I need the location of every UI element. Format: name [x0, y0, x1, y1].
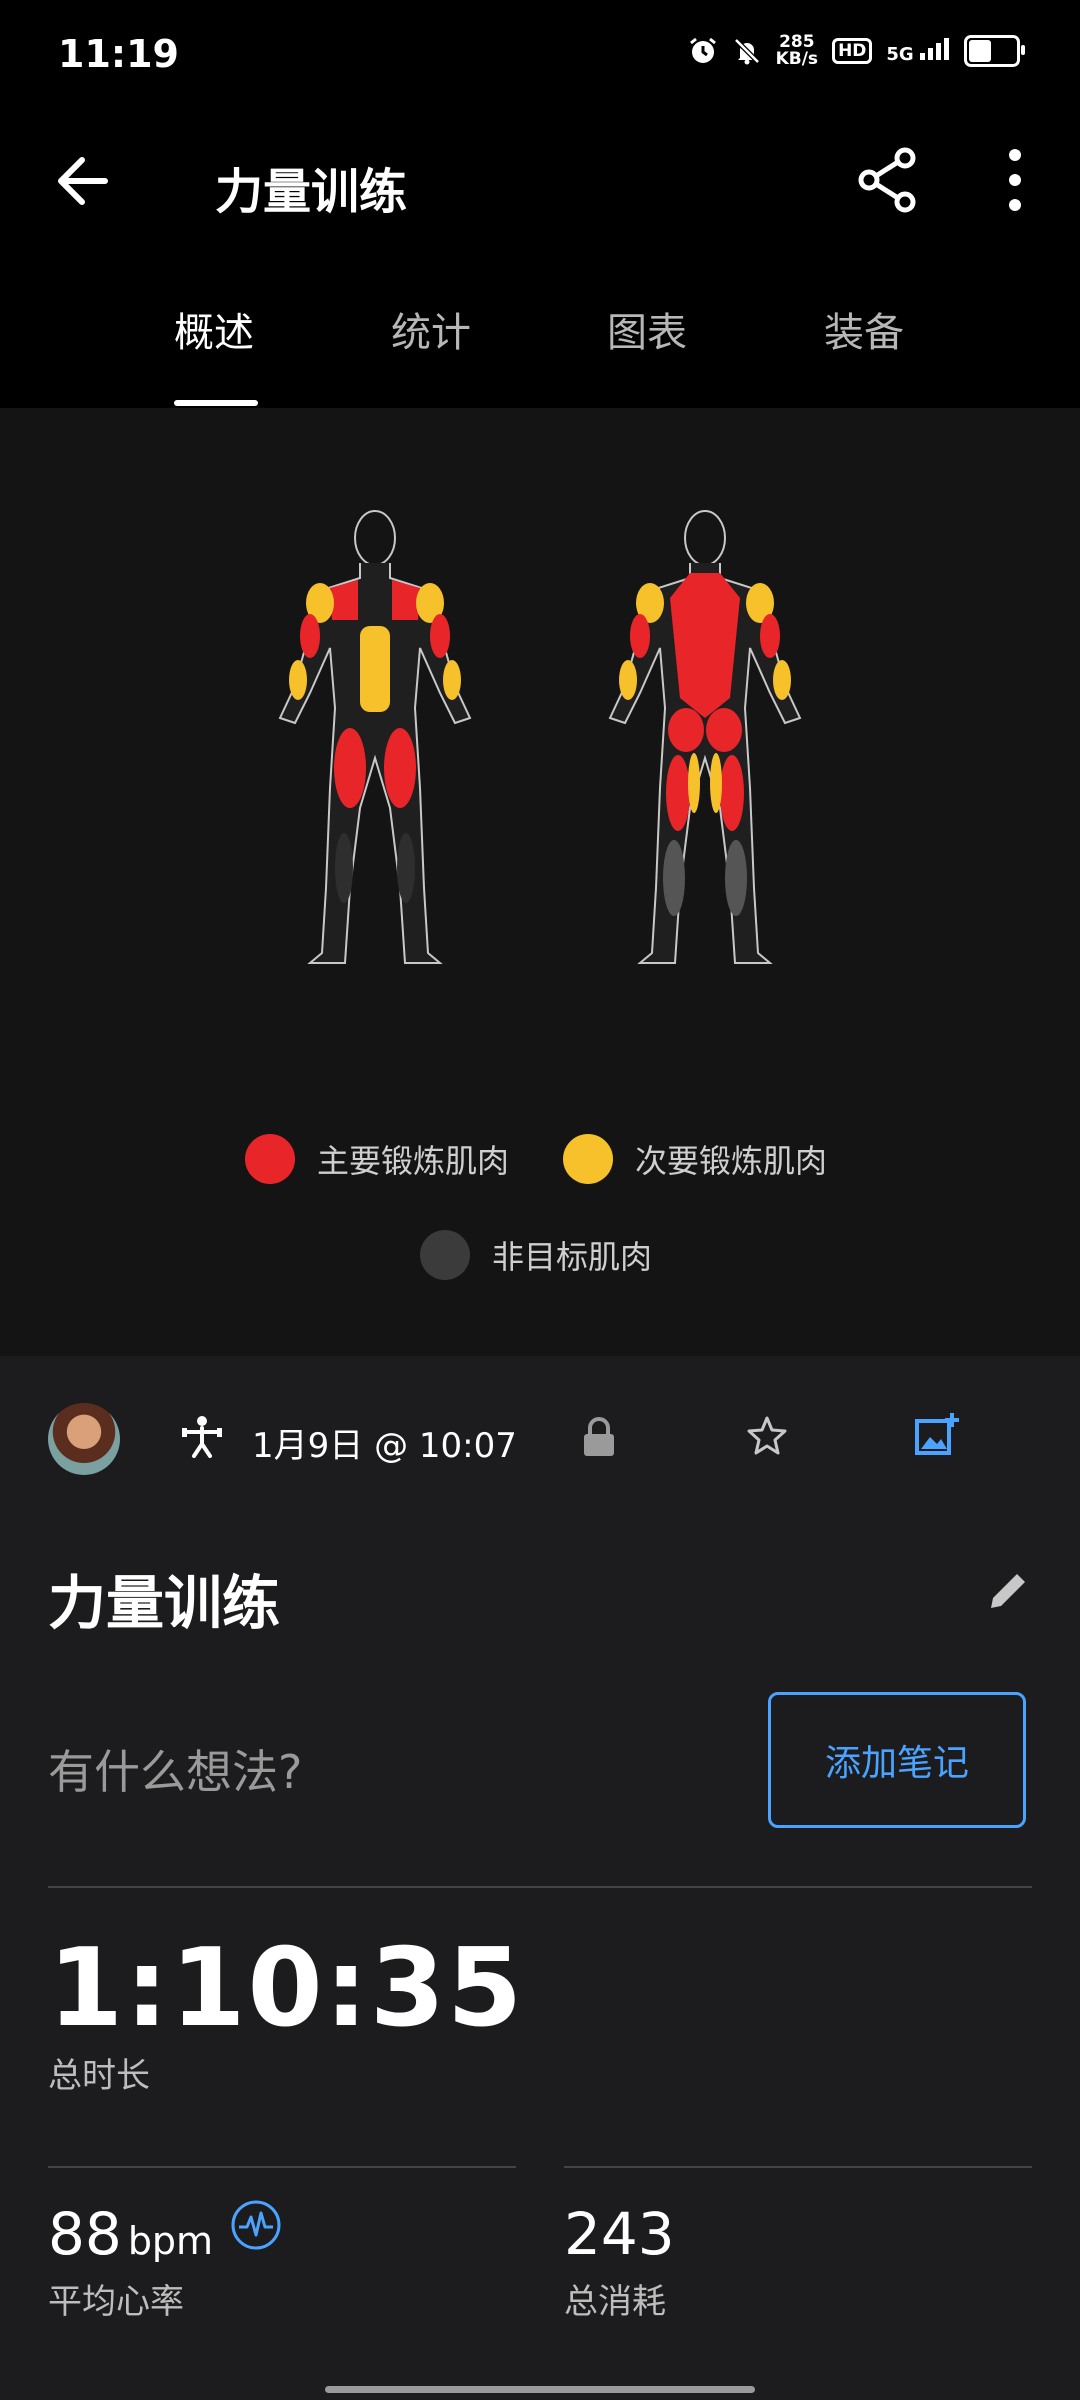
- heart-rate-icon[interactable]: [230, 2199, 282, 2251]
- tab-charts[interactable]: 图表: [607, 300, 687, 358]
- avg-heart-rate-value: 88: [48, 2200, 122, 2268]
- divider: [564, 2166, 1032, 2168]
- tab-overview[interactable]: 概述: [174, 300, 254, 358]
- network-type: 5G: [886, 37, 950, 65]
- avg-heart-rate: 88 bpm: [48, 2200, 213, 2268]
- activity-title: 力量训练: [48, 1569, 281, 1637]
- legend-label-primary: 主要锻炼肌肉: [317, 1142, 510, 1180]
- add-photo-icon[interactable]: [912, 1411, 960, 1459]
- muscle-map-section: 主要锻炼肌肉 次要锻炼肌肉 非目标肌肉: [0, 408, 1080, 1356]
- bell-off-icon: [733, 38, 760, 65]
- tab-bar: 概述 统计 图表 装备: [0, 300, 1080, 408]
- home-indicator[interactable]: [325, 2386, 755, 2393]
- star-icon[interactable]: [745, 1414, 789, 1458]
- muscle-map-figures: [278, 510, 802, 964]
- legend-untargeted: 非目标肌肉: [420, 1230, 652, 1280]
- legend-primary: 主要锻炼肌肉: [245, 1134, 509, 1184]
- activity-details: 1月9日 @ 10:07 力量训练 有什么想法? 添加笔记 1:10:35 总时…: [0, 1356, 1080, 2400]
- legend-label-secondary: 次要锻炼肌肉: [635, 1142, 828, 1180]
- duration-label: 总时长: [48, 2056, 150, 2096]
- status-bar: 11:19 285 KB/s HD 5G: [0, 0, 1080, 110]
- legend-dot-secondary: [563, 1134, 613, 1184]
- legend-dot-primary: [245, 1134, 295, 1184]
- legend-dot-untargeted: [420, 1230, 470, 1280]
- signal-icon: [920, 37, 949, 60]
- status-time: 11:19: [58, 32, 179, 76]
- back-body-figure: [608, 510, 802, 964]
- more-vert-icon[interactable]: [985, 145, 1045, 215]
- hd-badge: HD: [832, 38, 873, 64]
- lock-icon[interactable]: [580, 1416, 618, 1458]
- divider: [48, 2166, 516, 2168]
- avg-heart-rate-unit: bpm: [127, 2219, 214, 2263]
- status-icons: 285 KB/s HD 5G: [688, 32, 1025, 69]
- tab-indicator: [174, 400, 258, 406]
- avatar[interactable]: [48, 1403, 120, 1475]
- add-note-button[interactable]: 添加笔记: [768, 1692, 1026, 1828]
- activity-datetime: 1月9日 @ 10:07: [252, 1426, 517, 1466]
- app-bar: 力量训练: [0, 110, 1080, 250]
- avg-heart-rate-label: 平均心率: [48, 2282, 184, 2322]
- tab-gear[interactable]: 装备: [824, 300, 904, 358]
- duration-value: 1:10:35: [48, 1926, 525, 2051]
- legend-secondary: 次要锻炼肌肉: [563, 1134, 827, 1184]
- pencil-icon[interactable]: [985, 1568, 1031, 1614]
- page-title: 力量训练: [215, 164, 408, 220]
- battery-icon: [964, 35, 1025, 67]
- share-icon[interactable]: [855, 145, 925, 215]
- strength-training-icon: [182, 1416, 222, 1458]
- front-body-figure: [278, 510, 472, 964]
- divider: [48, 1886, 1032, 1888]
- alarm-icon: [689, 37, 716, 63]
- net-speed: 285 KB/s: [775, 32, 819, 69]
- tab-stats[interactable]: 统计: [391, 300, 471, 358]
- calories-value: 243: [564, 2200, 675, 2268]
- calories-label: 总消耗: [564, 2282, 666, 2322]
- arrow-left-icon[interactable]: [50, 146, 120, 216]
- top-header: 11:19 285 KB/s HD 5G 力量训练 概述 统计 图表 装备: [0, 0, 1080, 408]
- note-input[interactable]: 有什么想法?: [48, 1736, 302, 1802]
- legend-label-untargeted: 非目标肌肉: [492, 1238, 653, 1276]
